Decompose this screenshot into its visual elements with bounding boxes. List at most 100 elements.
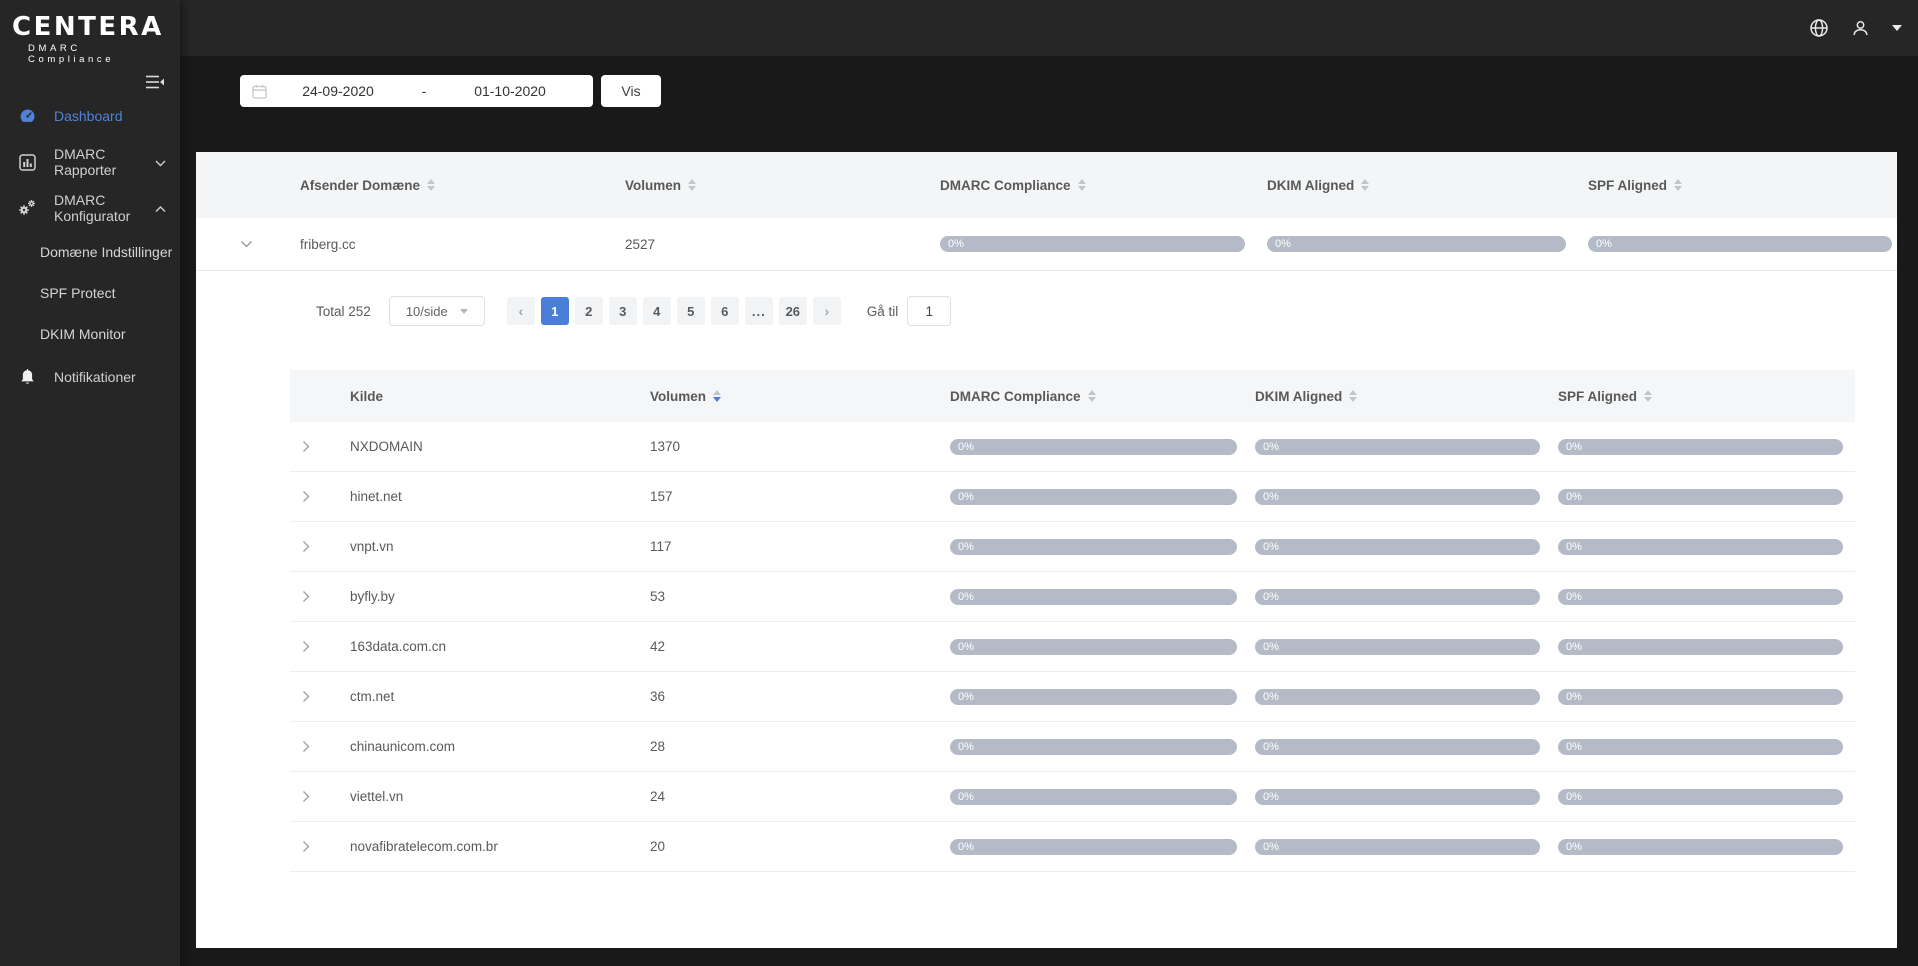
date-from-input[interactable]: 24-09-2020	[267, 83, 409, 99]
chevron-down-icon[interactable]	[240, 240, 300, 249]
spf-progress-bar: 0%	[1588, 236, 1892, 252]
sort-icon[interactable]	[427, 179, 435, 191]
globe-icon[interactable]	[1809, 18, 1829, 38]
dmarc-progress-bar: 0%	[950, 539, 1237, 555]
pages-ellipsis-button[interactable]: ...	[745, 297, 773, 325]
volume-cell: 53	[650, 589, 950, 604]
source-cell: vnpt.vn	[350, 539, 650, 554]
pagination-total: Total 252	[316, 304, 371, 319]
sidebar-item-label: Notifikationer	[54, 369, 136, 385]
prev-page-button[interactable]: ‹	[507, 297, 535, 325]
next-page-button[interactable]: ›	[813, 297, 841, 325]
pagination: Total 252 10/side ‹ 1 2 3 4 5 6 ... 26 ›…	[316, 296, 1897, 326]
sort-icon[interactable]	[1088, 390, 1096, 402]
page-button-3[interactable]: 3	[609, 297, 637, 325]
sort-icon[interactable]	[1674, 179, 1682, 191]
column-header-dmarc-compliance[interactable]: DMARC Compliance	[950, 389, 1255, 404]
chevron-right-icon[interactable]	[302, 490, 350, 503]
volume-cell: 42	[650, 639, 950, 654]
dkim-progress-bar: 0%	[1255, 689, 1540, 705]
bar-chart-icon	[18, 153, 36, 171]
user-icon[interactable]	[1851, 19, 1870, 38]
page-button-26[interactable]: 26	[779, 297, 807, 325]
sidebar-subitem-domaene-indstillinger[interactable]: Domæne Indstillinger	[0, 231, 180, 272]
page-button-5[interactable]: 5	[677, 297, 705, 325]
table-row: byfly.by 53 0% 0% 0%	[290, 572, 1855, 622]
sort-icon[interactable]	[1349, 390, 1357, 402]
sidebar-item-dashboard[interactable]: Dashboard	[0, 93, 180, 139]
column-header-spf-aligned[interactable]: SPF Aligned	[1588, 178, 1897, 193]
page-button-2[interactable]: 2	[575, 297, 603, 325]
column-header-dmarc-compliance[interactable]: DMARC Compliance	[940, 178, 1267, 193]
dmarc-progress-bar: 0%	[950, 489, 1237, 505]
chevron-right-icon[interactable]	[302, 590, 350, 603]
source-cell: 163data.com.cn	[350, 639, 650, 654]
dmarc-progress-bar: 0%	[950, 739, 1237, 755]
volume-cell: 28	[650, 739, 950, 754]
dkim-progress-bar: 0%	[1267, 236, 1566, 252]
gears-icon	[18, 199, 36, 217]
chevron-right-icon[interactable]	[302, 840, 350, 853]
date-range-picker[interactable]: 24-09-2020 - 01-10-2020	[240, 75, 593, 107]
chevron-right-icon[interactable]	[302, 440, 350, 453]
brand-name: CENTERA	[12, 12, 170, 42]
column-header-afsender-domaene[interactable]: Afsender Domæne	[300, 178, 625, 193]
source-cell: byfly.by	[350, 589, 650, 604]
dkim-progress-bar: 0%	[1255, 439, 1540, 455]
page-button-1[interactable]: 1	[541, 297, 569, 325]
spf-progress-bar: 0%	[1558, 539, 1843, 555]
sidebar-item-dmarc-rapporter[interactable]: DMARC Rapporter	[0, 139, 180, 185]
sort-icon[interactable]	[688, 179, 696, 191]
page-size-select[interactable]: 10/side	[389, 296, 485, 326]
column-header-dkim-aligned[interactable]: DKIM Aligned	[1255, 389, 1558, 404]
table-row: chinaunicom.com 28 0% 0% 0%	[290, 722, 1855, 772]
dmarc-progress-bar: 0%	[940, 236, 1245, 252]
volume-cell: 36	[650, 689, 950, 704]
column-header-kilde: Kilde	[350, 389, 650, 404]
sidebar-item-dmarc-konfigurator[interactable]: DMARC Konfigurator	[0, 185, 180, 231]
dmarc-progress-bar: 0%	[950, 439, 1237, 455]
dkim-progress-bar: 0%	[1255, 839, 1540, 855]
chevron-right-icon[interactable]	[302, 690, 350, 703]
sort-icon[interactable]	[1361, 179, 1369, 191]
page-button-6[interactable]: 6	[711, 297, 739, 325]
table-row: novafibratelecom.com.br 20 0% 0% 0%	[290, 822, 1855, 872]
sidebar-subitem-spf-protect[interactable]: SPF Protect	[0, 272, 180, 313]
content-panel: Afsender Domæne Volumen DMARC Compliance…	[196, 152, 1897, 948]
column-header-dkim-aligned[interactable]: DKIM Aligned	[1267, 178, 1588, 193]
vis-button[interactable]: Vis	[601, 75, 661, 107]
dmarc-progress-bar: 0%	[950, 689, 1237, 705]
chevron-right-icon[interactable]	[302, 540, 350, 553]
dashboard-icon	[18, 107, 36, 125]
column-header-volumen[interactable]: Volumen	[625, 178, 940, 193]
spf-progress-bar: 0%	[1558, 489, 1843, 505]
chevron-right-icon[interactable]	[302, 740, 350, 753]
menu-fold-icon[interactable]	[146, 75, 164, 89]
page-button-4[interactable]: 4	[643, 297, 671, 325]
table-row: viettel.vn 24 0% 0% 0%	[290, 772, 1855, 822]
volume-cell: 117	[650, 539, 950, 554]
sources-table: Kilde Volumen DMARC Compliance DKIM Alig…	[290, 370, 1855, 872]
domain-cell: friberg.cc	[300, 237, 625, 252]
chevron-right-icon[interactable]	[302, 640, 350, 653]
sidebar-item-notifikationer[interactable]: Notifikationer	[0, 354, 180, 400]
sidebar-item-label: DMARC Konfigurator	[54, 192, 155, 224]
goto-page-label: Gå til	[867, 304, 899, 319]
date-to-input[interactable]: 01-10-2020	[439, 83, 581, 99]
date-separator: -	[409, 83, 439, 99]
source-cell: ctm.net	[350, 689, 650, 704]
chevron-right-icon[interactable]	[302, 790, 350, 803]
sort-icon[interactable]	[1078, 179, 1086, 191]
dkim-progress-bar: 0%	[1255, 739, 1540, 755]
column-header-volumen[interactable]: Volumen	[650, 389, 950, 404]
sort-icon-active-desc[interactable]	[713, 390, 721, 402]
column-header-spf-aligned[interactable]: SPF Aligned	[1558, 389, 1855, 404]
goto-page-input[interactable]	[907, 296, 951, 326]
dmarc-progress-bar: 0%	[950, 639, 1237, 655]
caret-down-icon[interactable]	[1892, 25, 1902, 31]
table-row: ctm.net 36 0% 0% 0%	[290, 672, 1855, 722]
sidebar-subitem-dkim-monitor[interactable]: DKIM Monitor	[0, 313, 180, 354]
sort-icon[interactable]	[1644, 390, 1652, 402]
dmarc-progress-bar: 0%	[950, 789, 1237, 805]
brand-subtitle: DMARC Compliance	[12, 43, 170, 65]
